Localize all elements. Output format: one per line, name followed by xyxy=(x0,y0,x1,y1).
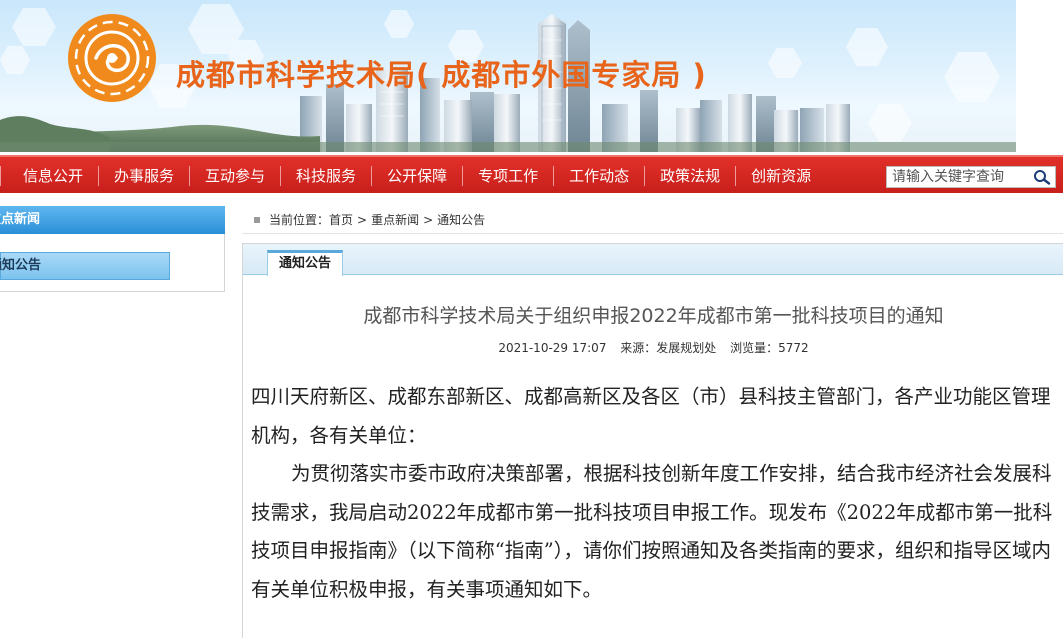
nav-item-innovation-resources[interactable]: 创新资源 xyxy=(735,166,826,186)
breadcrumb: 当前位置： 首页 > 重点新闻 > 通知公告 xyxy=(242,206,1063,234)
article-body: 四川天府新区、成都东部新区、成都高新区及各区（市）县科技主管部门，各产业功能区管… xyxy=(251,378,1057,609)
search-box xyxy=(886,166,1056,188)
sidebar-item-notices[interactable]: 通知公告 xyxy=(0,252,170,280)
nav-item-tech-services[interactable]: 科技服务 xyxy=(280,166,371,186)
breadcrumb-prefix: 当前位置： xyxy=(269,212,330,227)
nav-items: 信息公开 办事服务 互动参与 科技服务 公开保障 专项工作 工作动态 政策法规 … xyxy=(0,157,826,195)
left-sidebar: 重点新闻 通知公告 xyxy=(0,206,225,292)
article-date: 2021-10-29 17:07 xyxy=(498,341,607,355)
breadcrumb-bullet-icon xyxy=(254,216,260,223)
article-source: 来源：发展规划处 xyxy=(620,341,717,355)
sidebar-heading: 重点新闻 xyxy=(0,206,225,234)
breadcrumb-key-news[interactable]: 重点新闻 xyxy=(371,206,419,234)
article-title: 成都市科学技术局关于组织申报2022年成都市第一批科技项目的通知 xyxy=(363,305,944,327)
search-input[interactable] xyxy=(887,167,1029,187)
nav-item-work-news[interactable]: 工作动态 xyxy=(553,166,644,186)
article-paragraph: 为贯彻落实市委市政府决策部署，根据科技创新年度工作安排，结合我市经济社会发展科技… xyxy=(251,462,1053,601)
nav-item-interaction[interactable]: 互动参与 xyxy=(189,166,280,186)
tab-notices[interactable]: 通知公告 xyxy=(267,250,343,276)
breadcrumb-separator: > xyxy=(357,212,368,227)
article-paragraph: 四川天府新区、成都东部新区、成都高新区及各区（市）县科技主管部门，各产业功能区管… xyxy=(251,385,1051,447)
nav-item-policies[interactable]: 政策法规 xyxy=(644,166,735,186)
nav-item-info-disclosure[interactable]: 信息公开 xyxy=(0,166,98,186)
site-title: 成都市科学技术局( 成都市外国专家局 ) xyxy=(176,58,707,92)
article-views: 浏览量：5772 xyxy=(730,341,809,355)
nav-item-services[interactable]: 办事服务 xyxy=(98,166,189,186)
breadcrumb-notices[interactable]: 通知公告 xyxy=(437,206,485,234)
article-views-count: 5772 xyxy=(778,341,809,355)
breadcrumb-home[interactable]: 首页 xyxy=(329,206,353,234)
site-banner: 成都市科学技术局( 成都市外国专家局 ) xyxy=(0,0,1016,152)
site-logo-icon xyxy=(68,14,156,102)
nav-item-disclosure-guarantee[interactable]: 公开保障 xyxy=(371,166,462,186)
panel-tab-bar: 通知公告 xyxy=(243,244,1063,276)
content-panel: 通知公告 成都市科学技术局关于组织申报2022年成都市第一批科技项目的通知 20… xyxy=(242,243,1063,638)
article-meta: 2021-10-29 17:07 来源：发展规划处 浏览量：5772 xyxy=(243,339,1063,356)
article-views-label: 浏览量： xyxy=(730,341,779,355)
nav-item-special-work[interactable]: 专项工作 xyxy=(462,166,553,186)
search-icon xyxy=(1034,170,1051,185)
main-nav: 信息公开 办事服务 互动参与 科技服务 公开保障 专项工作 工作动态 政策法规 … xyxy=(0,155,1063,193)
breadcrumb-separator: > xyxy=(423,212,434,227)
search-button[interactable] xyxy=(1029,167,1055,187)
